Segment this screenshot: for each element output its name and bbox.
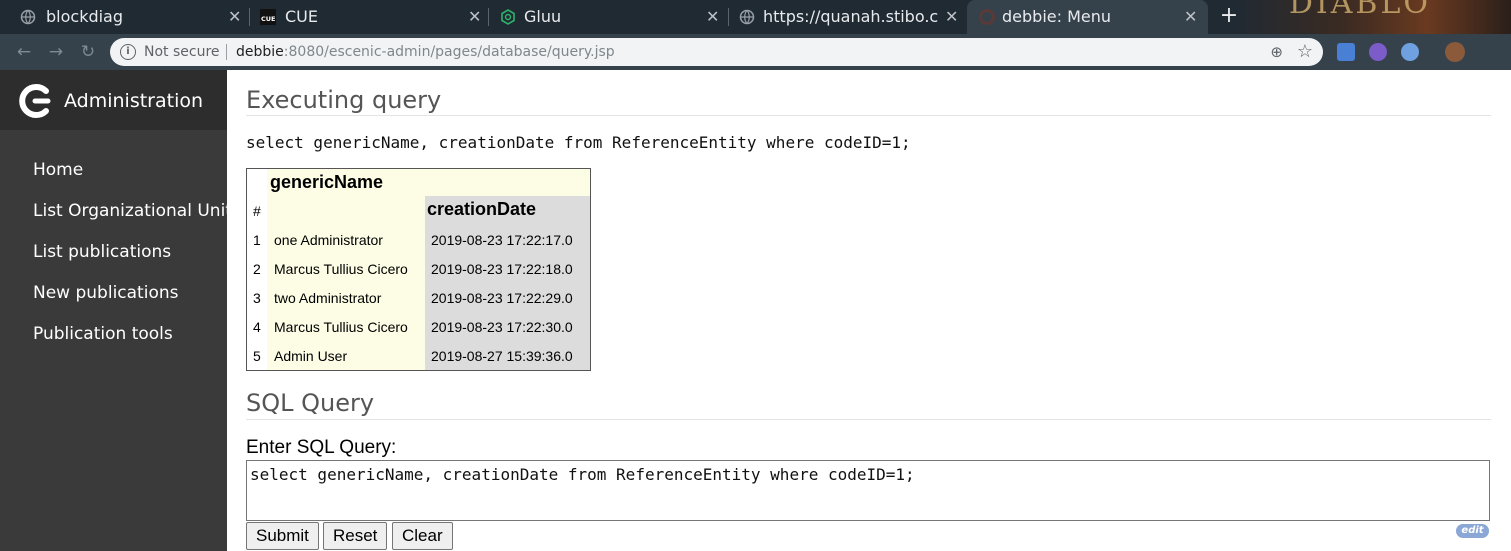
row-creation-date: 2019-08-23 17:22:29.0 bbox=[431, 290, 573, 306]
row-index: 5 bbox=[253, 348, 261, 364]
theme-art-text: DIABLO bbox=[1288, 0, 1431, 21]
row-index: 2 bbox=[253, 261, 261, 277]
tab-quanah[interactable]: https://quanah.stibo.co ✕ bbox=[729, 0, 967, 34]
tab-gluu[interactable]: Gluu ✕ bbox=[489, 0, 729, 34]
svg-text:CUE: CUE bbox=[261, 15, 276, 23]
sidebar-item-list-publications[interactable]: List publications bbox=[33, 242, 171, 262]
close-tab-icon[interactable]: ✕ bbox=[1184, 0, 1197, 34]
tab-cue[interactable]: CUE CUE ✕ bbox=[250, 0, 489, 34]
sql-query-input[interactable]: select genericName, creationDate from Re… bbox=[246, 460, 1490, 521]
forward-arrow-icon[interactable]: → bbox=[45, 41, 67, 63]
reset-button[interactable]: Reset bbox=[323, 522, 388, 550]
column-header-creationdate: creationDate bbox=[427, 199, 537, 219]
url-host: debbie bbox=[236, 44, 284, 60]
name-column-bg bbox=[267, 196, 425, 370]
security-label[interactable]: Not secure bbox=[144, 38, 220, 66]
sidebar-item-new-publications[interactable]: New publications bbox=[33, 283, 178, 303]
row-index: 1 bbox=[253, 232, 261, 248]
tab-blockdiag[interactable]: blockdiag ✕ bbox=[0, 0, 250, 34]
tab-title: debbie: Menu bbox=[1002, 7, 1112, 26]
edit-badge[interactable]: edit bbox=[1456, 524, 1489, 538]
divider bbox=[226, 44, 227, 60]
escenic-logo-icon bbox=[19, 84, 51, 118]
new-tab-icon[interactable]: + bbox=[1218, 5, 1240, 27]
query-result-table: genericName # creationDate 1 one Adminis… bbox=[246, 168, 591, 371]
extension-circle-icon[interactable] bbox=[1401, 43, 1419, 61]
back-arrow-icon[interactable]: ← bbox=[13, 41, 35, 63]
close-tab-icon[interactable]: ✕ bbox=[228, 0, 241, 34]
tab-title: blockdiag bbox=[46, 7, 124, 26]
close-tab-icon[interactable]: ✕ bbox=[468, 0, 481, 34]
divider bbox=[246, 115, 1491, 116]
row-creation-date: 2019-08-23 17:22:17.0 bbox=[431, 232, 573, 248]
tab-title: https://quanah.stibo.co bbox=[763, 7, 938, 26]
sidebar-item-home[interactable]: Home bbox=[33, 160, 83, 180]
executed-query-text: select genericName, creationDate from Re… bbox=[246, 133, 911, 152]
clear-button[interactable]: Clear bbox=[392, 522, 453, 550]
browser-toolbar: ← → ↻ i Not secure debbie:8080/escenic-a… bbox=[0, 34, 1511, 70]
row-creation-date: 2019-08-23 17:22:30.0 bbox=[431, 319, 573, 335]
row-generic-name: Marcus Tullius Cicero bbox=[274, 319, 408, 335]
globe-icon bbox=[20, 9, 36, 25]
row-generic-name: Marcus Tullius Cicero bbox=[274, 261, 408, 277]
close-tab-icon[interactable]: ✕ bbox=[945, 0, 958, 34]
profile-avatar[interactable] bbox=[1445, 42, 1465, 62]
sidebar-brand-title: Administration bbox=[64, 90, 204, 112]
sidebar: Administration Home List Organizational … bbox=[0, 70, 241, 551]
row-creation-date: 2019-08-23 17:22:18.0 bbox=[431, 261, 573, 277]
column-header-genericname: genericName bbox=[270, 172, 384, 192]
url-path: :8080/escenic-admin/pages/database/query… bbox=[283, 44, 615, 60]
background-theme-art: DIABLO bbox=[1231, 0, 1511, 34]
cue-favicon-icon: CUE bbox=[260, 9, 276, 25]
sidebar-item-publication-tools[interactable]: Publication tools bbox=[33, 324, 173, 344]
close-tab-icon[interactable]: ✕ bbox=[706, 0, 719, 34]
row-generic-name: one Administrator bbox=[274, 232, 383, 248]
tab-strip: DIABLO blockdiag ✕ CUE CUE ✕ Gluu ✕ http… bbox=[0, 0, 1511, 34]
bookmark-star-icon[interactable]: ☆ bbox=[1297, 41, 1313, 62]
row-generic-name: Admin User bbox=[274, 348, 348, 364]
sidebar-brand[interactable]: Administration bbox=[0, 70, 227, 130]
globe-icon bbox=[739, 9, 755, 25]
submit-button[interactable]: Submit bbox=[246, 522, 319, 550]
translate-extension-icon[interactable] bbox=[1337, 43, 1355, 61]
sql-query-heading: SQL Query bbox=[246, 389, 375, 417]
gluu-favicon-icon bbox=[501, 9, 515, 25]
divider bbox=[246, 419, 1491, 420]
row-creation-date: 2019-08-27 15:39:36.0 bbox=[431, 348, 573, 364]
sql-input-label: Enter SQL Query: bbox=[246, 437, 397, 458]
tab-debbie-menu[interactable]: debbie: Menu ✕ bbox=[967, 0, 1208, 34]
extension-icon[interactable] bbox=[1369, 43, 1387, 61]
reload-icon[interactable]: ↻ bbox=[77, 41, 99, 63]
url-text[interactable]: debbie:8080/escenic-admin/pages/database… bbox=[236, 38, 615, 66]
row-index: 4 bbox=[253, 319, 261, 335]
column-header-index: # bbox=[253, 203, 261, 219]
escenic-favicon-icon bbox=[979, 9, 995, 25]
sidebar-item-list-organizational-units[interactable]: List Organizational Units bbox=[33, 201, 241, 221]
info-icon[interactable]: i bbox=[120, 44, 136, 60]
tab-title: CUE bbox=[285, 7, 318, 26]
row-index: 3 bbox=[253, 290, 261, 306]
executing-query-heading: Executing query bbox=[246, 86, 442, 114]
row-generic-name: two Administrator bbox=[274, 290, 382, 306]
date-column-bg bbox=[425, 196, 590, 370]
tab-title: Gluu bbox=[524, 7, 562, 26]
zoom-icon[interactable]: ⊕ bbox=[1270, 43, 1283, 61]
main-content: Executing query select genericName, crea… bbox=[227, 70, 1511, 551]
address-bar[interactable]: i Not secure debbie:8080/escenic-admin/p… bbox=[110, 38, 1323, 66]
